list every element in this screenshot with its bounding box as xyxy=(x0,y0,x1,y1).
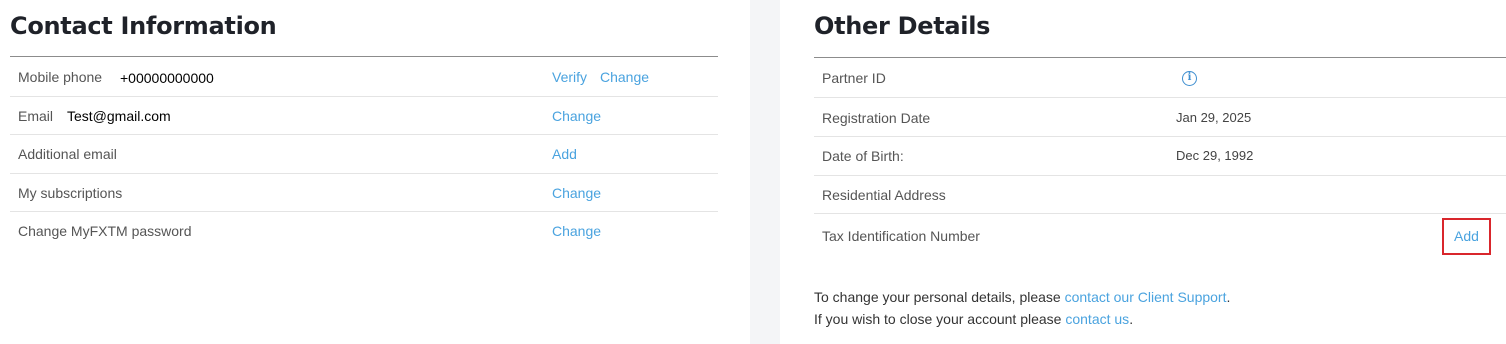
date-of-birth-label: Date of Birth: xyxy=(822,148,904,164)
email-label: Email xyxy=(18,108,54,124)
other-row-partner-id: Partner ID i xyxy=(814,59,1506,98)
additional-email-label: Additional email xyxy=(18,146,117,162)
contact-information-panel: Contact Information Mobile phone +000000… xyxy=(0,0,750,344)
change-phone-link[interactable]: Change xyxy=(600,69,649,85)
partner-id-label: Partner ID xyxy=(822,70,886,86)
contact-us-link[interactable]: contact us xyxy=(1065,311,1129,327)
footer-line1-suffix: . xyxy=(1226,289,1231,305)
date-of-birth-value: Dec 29, 1992 xyxy=(1176,148,1254,163)
registration-date-label: Registration Date xyxy=(822,110,931,126)
other-row-registration-date: Registration Date Jan 29, 2025 xyxy=(814,98,1506,137)
mobile-phone-label: Mobile phone xyxy=(18,69,103,85)
password-label: Change MyFXTM password xyxy=(18,223,192,239)
other-title-divider xyxy=(814,57,1506,58)
footer-line2-suffix: . xyxy=(1129,311,1134,327)
contact-row-subscriptions: My subscriptions Change xyxy=(10,174,718,212)
email-value: Test@gmail.com xyxy=(67,108,171,124)
other-details-panel: Other Details Partner ID i Registration … xyxy=(780,0,1506,344)
other-details-title: Other Details xyxy=(814,12,991,40)
contact-row-password: Change MyFXTM password Change xyxy=(10,212,718,250)
contact-title-divider xyxy=(10,56,718,57)
contact-row-mobile-phone: Mobile phone +00000000000 Verify Change xyxy=(10,58,718,97)
other-row-date-of-birth: Date of Birth: Dec 29, 1992 xyxy=(814,137,1506,176)
change-password-link[interactable]: Change xyxy=(552,223,601,239)
verify-phone-link[interactable]: Verify xyxy=(552,69,587,85)
footer-close-account-line: If you wish to close your account please… xyxy=(814,311,1133,327)
footer-line1-prefix: To change your personal details, please xyxy=(814,289,1065,305)
add-tax-id-link[interactable]: Add xyxy=(1454,228,1479,244)
contact-row-email: Email Test@gmail.com Change xyxy=(10,97,718,135)
residential-address-label: Residential Address xyxy=(822,187,946,203)
mobile-phone-value: +00000000000 xyxy=(120,70,214,86)
contact-client-support-link[interactable]: contact our Client Support xyxy=(1065,289,1227,305)
contact-row-additional-email: Additional email Add xyxy=(10,135,718,174)
footer-line2-prefix: If you wish to close your account please xyxy=(814,311,1066,327)
add-additional-email-link[interactable]: Add xyxy=(552,146,577,162)
registration-date-value: Jan 29, 2025 xyxy=(1176,110,1252,125)
contact-information-title: Contact Information xyxy=(10,12,277,40)
change-subscriptions-link[interactable]: Change xyxy=(552,185,601,201)
change-email-link[interactable]: Change xyxy=(552,108,601,124)
other-row-residential-address: Residential Address xyxy=(814,176,1506,214)
tax-id-label: Tax Identification Number xyxy=(822,228,980,244)
footer-support-line: To change your personal details, please … xyxy=(814,289,1230,305)
info-icon[interactable]: i xyxy=(1182,71,1197,86)
other-row-tax-id: Tax Identification Number Add xyxy=(814,214,1506,258)
subscriptions-label: My subscriptions xyxy=(18,185,123,201)
